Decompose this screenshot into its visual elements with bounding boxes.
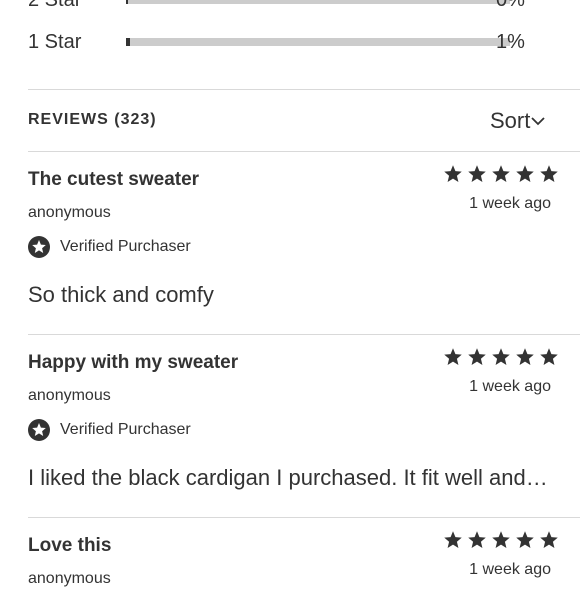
star-rating <box>439 347 559 367</box>
verified-star-icon <box>28 419 50 441</box>
star-icon <box>468 165 486 182</box>
review-author: anonymous <box>28 387 111 404</box>
star-rating <box>439 530 559 550</box>
star-icon <box>492 165 510 182</box>
verified-label: Verified Purchaser <box>60 238 191 255</box>
rating-row-label: 2 Star <box>28 0 82 11</box>
rating-row-percent: 0% <box>496 0 525 11</box>
star-icon <box>444 165 462 182</box>
rating-row-2-star: 2 Star 0% <box>28 0 568 12</box>
review-timestamp: 1 week ago <box>469 561 551 578</box>
chevron-down-icon <box>531 117 545 126</box>
reviews-count-heading: REVIEWS (323) <box>28 111 157 128</box>
rating-bar-fill <box>126 38 130 46</box>
rating-row-label: 1 Star <box>28 31 82 53</box>
star-icon <box>516 348 534 365</box>
rating-bar-track <box>126 38 510 46</box>
star-icon <box>540 348 558 365</box>
review-author: anonymous <box>28 204 111 221</box>
star-icon <box>516 165 534 182</box>
star-icon <box>468 348 486 365</box>
star-icon <box>492 531 510 548</box>
verified-label: Verified Purchaser <box>60 421 191 438</box>
verified-purchaser-badge: Verified Purchaser <box>28 418 191 442</box>
star-icon <box>444 531 462 548</box>
star-rating <box>439 164 559 184</box>
divider <box>28 89 580 90</box>
sort-button[interactable]: Sort <box>490 107 545 135</box>
review-author: anonymous <box>28 570 111 587</box>
star-icon <box>516 531 534 548</box>
verified-purchaser-badge: Verified Purchaser <box>28 235 191 259</box>
review-timestamp: 1 week ago <box>469 195 551 212</box>
rating-bar-fill <box>126 0 128 4</box>
review-body: I liked the black cardigan I purchased. … <box>28 465 552 490</box>
review-title[interactable]: The cutest sweater <box>28 168 199 192</box>
divider <box>28 151 580 152</box>
review-title[interactable]: Love this <box>28 534 111 558</box>
star-icon <box>492 348 510 365</box>
rating-row-1-star: 1 Star 1% <box>28 30 568 54</box>
review-body: So thick and comfy <box>28 282 214 307</box>
star-icon <box>444 348 462 365</box>
verified-star-icon <box>28 236 50 258</box>
star-icon <box>540 165 558 182</box>
rating-bar-track <box>126 0 510 4</box>
star-icon <box>468 531 486 548</box>
sort-label: Sort <box>490 108 531 133</box>
review-timestamp: 1 week ago <box>469 378 551 395</box>
divider <box>28 517 580 518</box>
review-title[interactable]: Happy with my sweater <box>28 351 238 375</box>
divider <box>28 334 580 335</box>
rating-row-percent: 1% <box>496 31 525 53</box>
star-icon <box>540 531 558 548</box>
